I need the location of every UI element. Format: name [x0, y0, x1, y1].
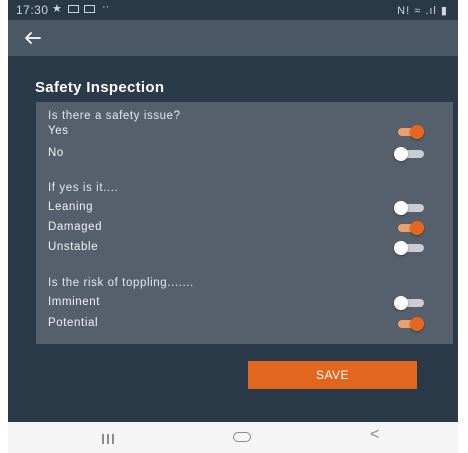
download-icon: ★: [52, 3, 62, 15]
toggle-yes[interactable]: [394, 125, 426, 139]
question-condition: If yes is it....: [48, 182, 119, 194]
option-label-imminent: Imminent: [48, 296, 101, 308]
toggle-thumb: [410, 317, 424, 331]
toggle-no[interactable]: [394, 147, 426, 161]
image-icon: [84, 5, 95, 13]
toggle-thumb: [394, 241, 408, 255]
option-label-no: No: [48, 147, 64, 159]
toggle-potential[interactable]: [394, 317, 426, 331]
question-toppling-risk: Is the risk of toppling.......: [48, 277, 194, 289]
toggle-damaged[interactable]: [394, 221, 426, 235]
toggle-unstable[interactable]: [394, 241, 426, 255]
option-label-potential: Potential: [48, 317, 99, 329]
toggle-leaning[interactable]: [394, 201, 426, 215]
option-label-damaged: Damaged: [48, 221, 103, 233]
toggle-thumb: [394, 147, 408, 161]
image-icon: [68, 5, 79, 13]
toggle-thumb: [410, 125, 424, 139]
page-title: Safety Inspection: [35, 79, 165, 96]
toggle-imminent[interactable]: [394, 296, 426, 310]
option-label-leaning: Leaning: [48, 201, 94, 213]
status-bar: 17:30 ★ ·· N! ≈ .ıl ▮: [8, 0, 458, 20]
recent-apps-icon[interactable]: [102, 431, 117, 449]
option-label-unstable: Unstable: [48, 241, 99, 253]
save-button[interactable]: SAVE: [248, 361, 417, 389]
back-icon[interactable]: <: [370, 426, 379, 444]
more-dots-icon: ··: [102, 1, 110, 13]
system-nav-bar: <: [8, 422, 458, 453]
option-label-yes: Yes: [48, 125, 69, 137]
status-time: 17:30: [16, 3, 49, 17]
toggle-thumb: [394, 296, 408, 310]
main-content: Safety Inspection Is there a safety issu…: [8, 56, 458, 422]
question-safety-issue: Is there a safety issue?: [48, 110, 181, 122]
app-bar: [8, 20, 458, 56]
toggle-thumb: [410, 221, 424, 235]
inspection-form-card: Is there a safety issue? Yes No If yes i…: [36, 102, 453, 344]
status-indicators: N! ≈ .ıl ▮: [397, 5, 448, 17]
back-button[interactable]: [20, 25, 46, 51]
phone-screen: 17:30 ★ ·· N! ≈ .ıl ▮ Safety Inspection …: [8, 0, 458, 453]
toggle-thumb: [394, 201, 408, 215]
home-icon[interactable]: [233, 432, 251, 442]
arrow-left-icon: [25, 32, 41, 44]
